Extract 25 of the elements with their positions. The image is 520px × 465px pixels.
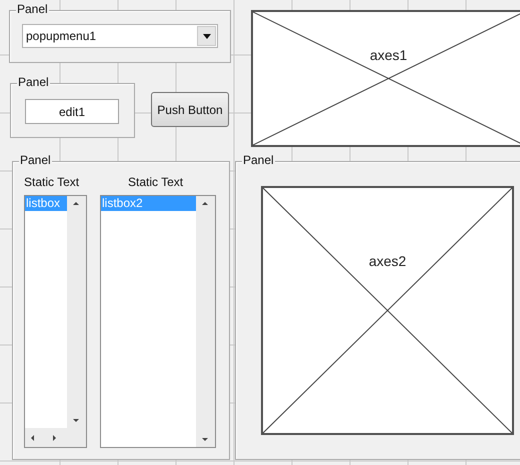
scrollbar[interactable] [67, 196, 86, 428]
push-button[interactable]: Push Button [151, 92, 229, 127]
listbox[interactable]: listbox [24, 195, 87, 448]
edit-field[interactable]: edit1 [25, 99, 119, 124]
horizontal-scrollbar[interactable] [25, 428, 86, 447]
panel-title: Panel [17, 76, 50, 88]
scrollbar[interactable] [196, 196, 215, 447]
scroll-up-icon[interactable] [73, 202, 79, 205]
axes-label: axes1 [370, 48, 408, 62]
static-text: Static Text [24, 176, 80, 188]
panel-title: Panel [19, 154, 52, 166]
scroll-down-icon[interactable] [73, 419, 79, 422]
panel-title: Panel [16, 3, 49, 15]
popup-menu[interactable]: popupmenu1 [22, 24, 218, 48]
scroll-right-icon[interactable] [53, 435, 56, 441]
scroll-up-icon[interactable] [202, 202, 208, 205]
axes-label: axes2 [368, 254, 406, 268]
dropdown-arrow-icon [202, 34, 210, 38]
list-item[interactable]: listbox2 [101, 196, 196, 211]
listbox[interactable]: listbox2 [100, 195, 216, 448]
scroll-down-icon[interactable] [202, 438, 208, 441]
list-item[interactable]: listbox [25, 196, 67, 211]
panel-title: Panel [242, 154, 275, 166]
static-text: Static Text [128, 176, 184, 188]
scroll-left-icon[interactable] [31, 435, 34, 441]
